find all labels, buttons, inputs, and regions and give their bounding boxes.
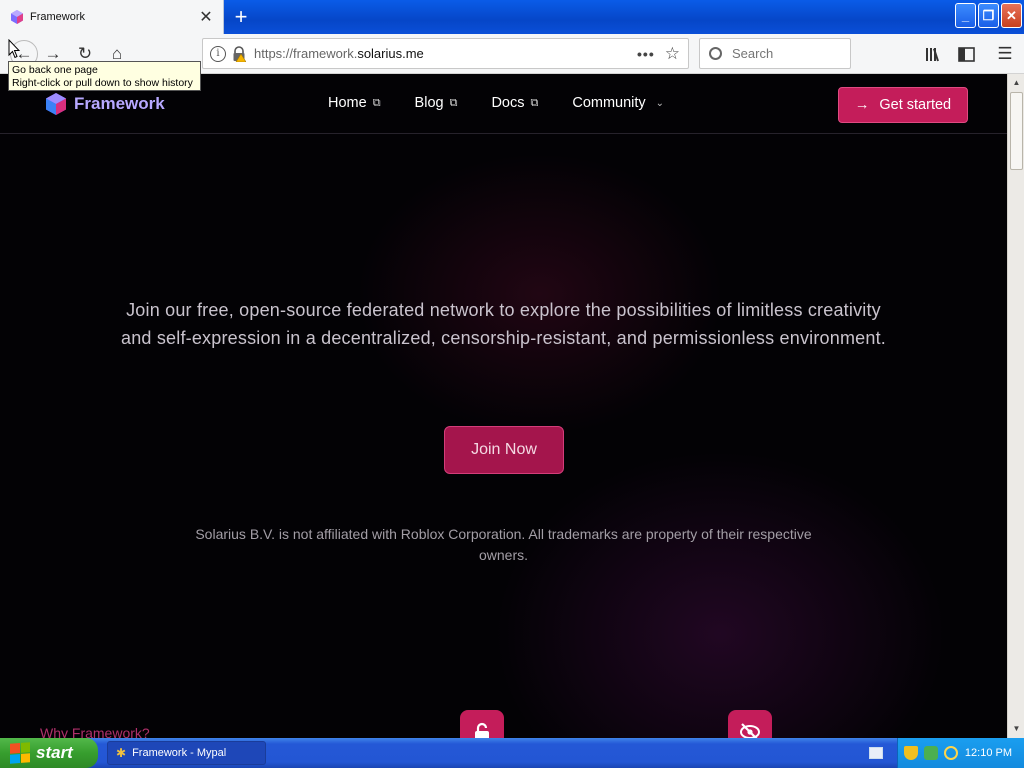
arrow-right-icon: →: [854, 97, 870, 113]
tooltip-line-2: Right-click or pull down to show history: [12, 77, 193, 89]
external-link-icon: ⧉: [372, 96, 381, 109]
get-started-button[interactable]: → Get started: [838, 87, 968, 123]
clock: 12:10 PM: [964, 747, 1012, 759]
security-shield-icon[interactable]: [904, 746, 918, 760]
info-icon[interactable]: i: [210, 45, 226, 62]
mypal-app-icon: ✱: [116, 746, 127, 760]
sidebar-icon[interactable]: [954, 42, 978, 66]
external-link-icon: ⧉: [530, 96, 539, 109]
windows-taskbar: start ✱ Framework - Mypal 12:10 PM: [0, 738, 1024, 768]
tab-title: Framework: [30, 11, 86, 23]
scroll-down-icon[interactable]: ▼: [1009, 721, 1024, 737]
get-started-label: Get started: [879, 97, 952, 113]
start-button[interactable]: start: [0, 738, 98, 768]
network-icon[interactable]: [924, 746, 938, 760]
taskbar-window-button[interactable]: ✱ Framework - Mypal: [107, 741, 266, 765]
scroll-up-icon[interactable]: ▲: [1009, 75, 1024, 91]
start-label: start: [36, 743, 73, 762]
search-input[interactable]: [732, 46, 842, 61]
page-scrollbar[interactable]: ▲ ▼: [1007, 74, 1024, 738]
taskbar-window-label: Framework - Mypal: [132, 747, 227, 759]
mouse-cursor-icon: [8, 39, 20, 59]
window-close-icon[interactable]: ✕: [1001, 3, 1022, 28]
back-tooltip: Go back one page Right-click or pull dow…: [8, 61, 201, 91]
hero-description: Join our free, open-source federated net…: [121, 300, 886, 348]
windows-logo-icon: [10, 742, 30, 764]
library-icon[interactable]: [922, 42, 946, 66]
search-box[interactable]: [699, 38, 851, 69]
tooltip-line-1: Go back one page: [12, 64, 98, 76]
keyboard-layout-icon[interactable]: [869, 747, 883, 759]
bookmark-star-icon[interactable]: ☆: [665, 44, 680, 64]
site-nav-links: Home ⧉ Blog ⧉ Docs ⧉ Community ⌄: [328, 95, 664, 111]
browser-titlebar: Framework ✕ + _ ❐ ✕: [0, 0, 1024, 34]
web-page: Framework Home ⧉ Blog ⧉ Docs ⧉ Community ⌄ →…: [0, 74, 1007, 738]
menu-icon[interactable]: ☰: [993, 42, 1017, 66]
browser-tab[interactable]: Framework ✕: [0, 0, 224, 34]
disclaimer-text: Solarius B.V. is not affiliated with Rob…: [195, 526, 812, 563]
nav-docs-link[interactable]: Docs ⧉: [491, 95, 538, 111]
system-tray: 12:10 PM: [897, 738, 1024, 768]
brand-name: Framework: [74, 94, 165, 113]
join-now-button[interactable]: Join Now: [444, 426, 564, 474]
framework-logo-icon: [46, 93, 66, 115]
eye-off-icon: [728, 710, 772, 738]
page-actions-icon[interactable]: •••: [637, 46, 655, 62]
nav-home-link[interactable]: Home ⧉: [328, 95, 381, 111]
url-text[interactable]: https://framework.solarius.me: [254, 46, 637, 61]
scroll-thumb[interactable]: [1010, 92, 1023, 170]
nav-community-dropdown[interactable]: Community ⌄: [572, 95, 664, 111]
unlock-icon: [460, 710, 504, 738]
why-framework-link[interactable]: Why Framework?: [40, 725, 150, 738]
new-tab-icon[interactable]: +: [228, 4, 254, 30]
framework-favicon-icon: [11, 10, 23, 24]
brand-logo[interactable]: Framework: [44, 92, 165, 116]
search-icon: [709, 47, 722, 60]
search-tray-icon[interactable]: [944, 746, 958, 760]
nav-blog-link[interactable]: Blog ⧉: [415, 95, 458, 111]
minimize-icon[interactable]: _: [955, 3, 976, 28]
lock-icon[interactable]: [232, 45, 247, 62]
external-link-icon: ⧉: [449, 96, 458, 109]
chevron-down-icon: ⌄: [655, 97, 665, 109]
restore-icon[interactable]: ❐: [978, 3, 999, 28]
tab-close-icon[interactable]: ✕: [195, 6, 217, 28]
window-controls: _ ❐ ✕: [955, 3, 1022, 28]
url-bar[interactable]: i https://framework.solarius.me ••• ☆: [202, 38, 689, 69]
